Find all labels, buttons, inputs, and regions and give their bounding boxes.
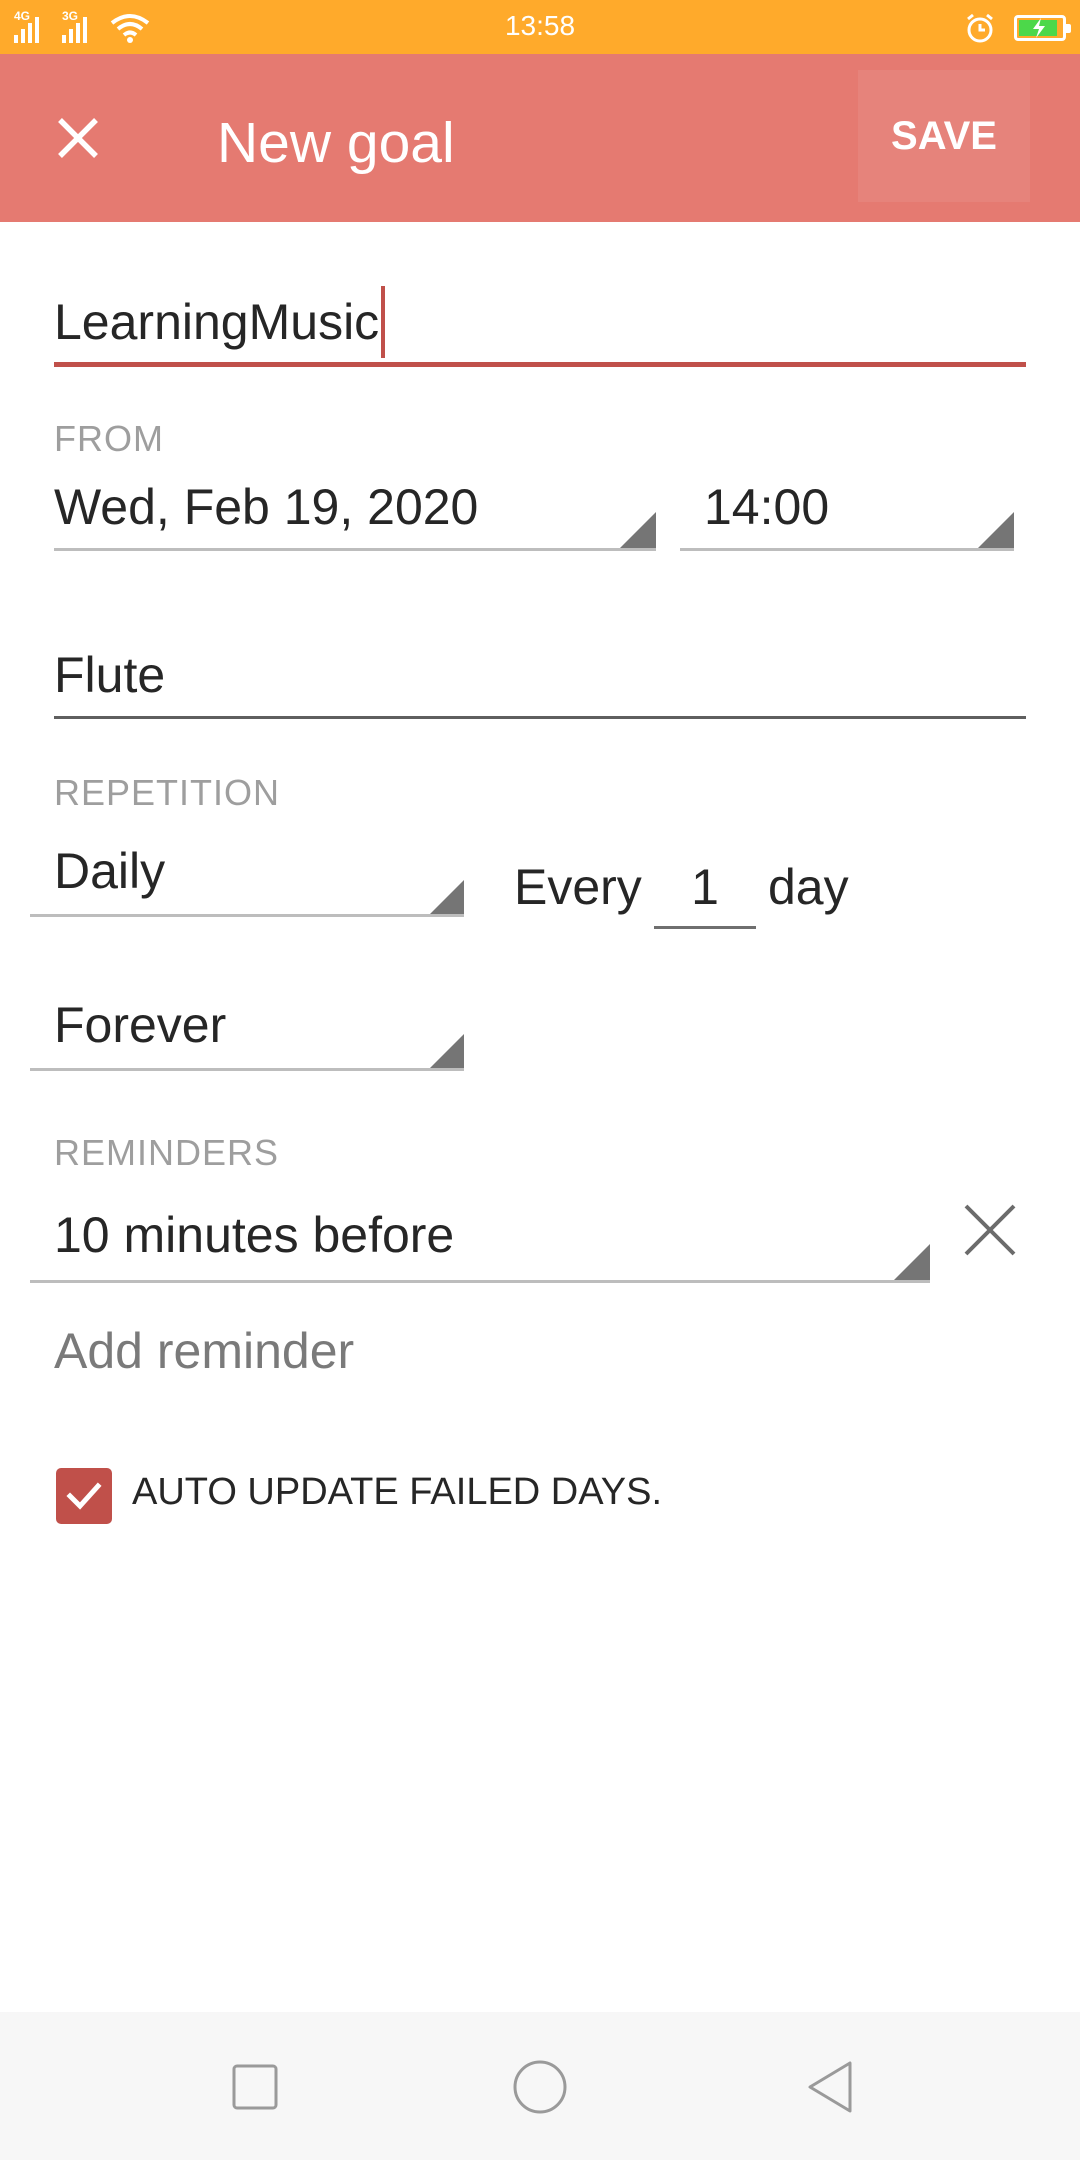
from-date-dropdown[interactable]: Wed, Feb 19, 2020 xyxy=(54,468,656,550)
home-icon xyxy=(513,2060,567,2114)
from-date-value: Wed, Feb 19, 2020 xyxy=(54,479,479,535)
dropdown-arrow-icon xyxy=(428,880,464,916)
dropdown-arrow-icon xyxy=(978,512,1014,548)
close-icon xyxy=(964,1204,1016,1256)
page-title: New goal xyxy=(217,111,455,175)
dropdown-arrow-icon xyxy=(620,512,656,548)
system-nav-bar xyxy=(0,2012,1080,2160)
close-icon xyxy=(58,118,98,158)
recent-apps-icon xyxy=(232,2064,278,2110)
repetition-frequency-dropdown[interactable]: Daily xyxy=(30,838,464,918)
repetition-frequency-underline xyxy=(30,914,464,917)
reminder-dropdown[interactable]: 10 minutes before xyxy=(30,1202,930,1282)
category-underline xyxy=(54,716,1026,719)
from-time-value: 14:00 xyxy=(704,479,830,535)
repetition-duration-underline xyxy=(30,1068,464,1071)
category-input[interactable]: Flute xyxy=(54,636,1026,718)
repetition-interval-underline xyxy=(654,926,756,929)
repetition-duration-dropdown[interactable]: Forever xyxy=(30,992,464,1072)
every-label: Every xyxy=(514,859,642,915)
status-bar: 4G 3G 13:58 xyxy=(0,0,1080,54)
check-icon xyxy=(66,1482,102,1510)
repetition-frequency-value: Daily xyxy=(54,843,166,899)
recent-apps-button[interactable] xyxy=(210,2042,300,2132)
home-button[interactable] xyxy=(495,2042,585,2132)
battery-charging-icon xyxy=(1014,15,1071,41)
reminder-value: 10 minutes before xyxy=(54,1207,455,1263)
close-button[interactable] xyxy=(44,104,112,172)
dropdown-arrow-icon xyxy=(894,1244,930,1280)
save-button[interactable]: SAVE xyxy=(858,70,1030,202)
dropdown-arrow-icon xyxy=(428,1034,464,1070)
back-icon xyxy=(808,2061,852,2113)
status-time: 13:58 xyxy=(504,10,576,41)
repetition-duration-value: Forever xyxy=(54,997,227,1053)
status-right xyxy=(964,10,1071,46)
from-time-underline xyxy=(680,548,1014,551)
add-reminder-button[interactable]: Add reminder xyxy=(54,1322,354,1380)
goal-name-underline xyxy=(54,362,1026,367)
repetition-unit-label: day xyxy=(768,859,849,915)
auto-update-checkbox[interactable] xyxy=(56,1468,112,1524)
goal-name-value: LearningMusic xyxy=(54,286,386,362)
reminder-underline xyxy=(30,1280,930,1283)
repetition-interval-value: 1 xyxy=(691,859,719,915)
app-bar: New goal SAVE xyxy=(0,54,1080,222)
from-label: FROM xyxy=(54,418,164,459)
from-time-dropdown[interactable]: 14:00 xyxy=(680,468,1014,550)
alarm-icon xyxy=(967,13,993,43)
remove-reminder-button[interactable] xyxy=(956,1196,1024,1264)
repetition-label: REPETITION xyxy=(54,772,281,813)
reminders-label: REMINDERS xyxy=(54,1132,280,1173)
back-button[interactable] xyxy=(785,2042,875,2132)
from-date-underline xyxy=(54,548,656,551)
category-value: Flute xyxy=(54,647,166,703)
repetition-interval-input[interactable]: 1 xyxy=(654,852,756,926)
auto-update-label: AUTO UPDATE FAILED DAYS. xyxy=(132,1471,663,1513)
goal-name-input[interactable]: LearningMusic xyxy=(54,280,1026,370)
text-cursor xyxy=(381,286,386,358)
